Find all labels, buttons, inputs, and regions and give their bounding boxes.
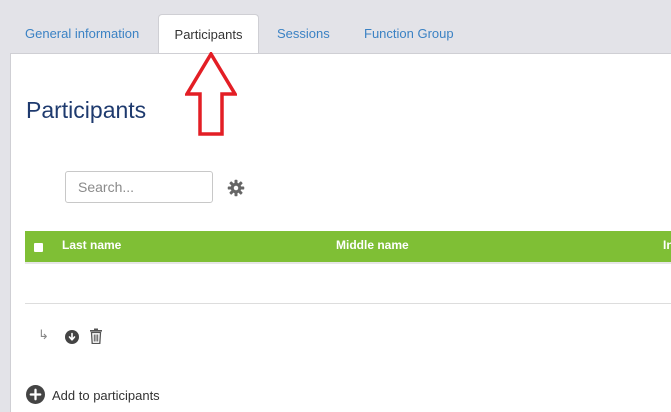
- subitem-arrow-icon: ↳: [38, 327, 49, 342]
- add-to-participants-link[interactable]: Add to participants: [52, 388, 160, 403]
- tab-participants[interactable]: Participants: [158, 14, 259, 55]
- table-footer-divider: [25, 303, 671, 304]
- tab-general-information[interactable]: General information: [25, 14, 139, 54]
- select-all-checkbox[interactable]: [34, 243, 43, 252]
- column-header-middle-name[interactable]: Middle name: [336, 238, 409, 252]
- tab-bar: General information Participants Session…: [0, 0, 671, 55]
- tab-sessions[interactable]: Sessions: [277, 14, 330, 54]
- column-header-partial[interactable]: In: [663, 238, 671, 252]
- search-input[interactable]: [65, 171, 213, 203]
- trash-icon[interactable]: [89, 328, 103, 344]
- table-header: Last name Middle name In: [25, 231, 671, 262]
- table-row-divider: [25, 262, 671, 264]
- column-header-last-name[interactable]: Last name: [62, 238, 121, 252]
- red-up-arrow-icon: [185, 52, 237, 136]
- add-circle-icon[interactable]: [65, 330, 79, 344]
- gear-icon[interactable]: [227, 179, 245, 197]
- plus-circle-icon[interactable]: [26, 385, 45, 404]
- page-title: Participants: [26, 97, 147, 123]
- tab-function-group[interactable]: Function Group: [364, 14, 454, 54]
